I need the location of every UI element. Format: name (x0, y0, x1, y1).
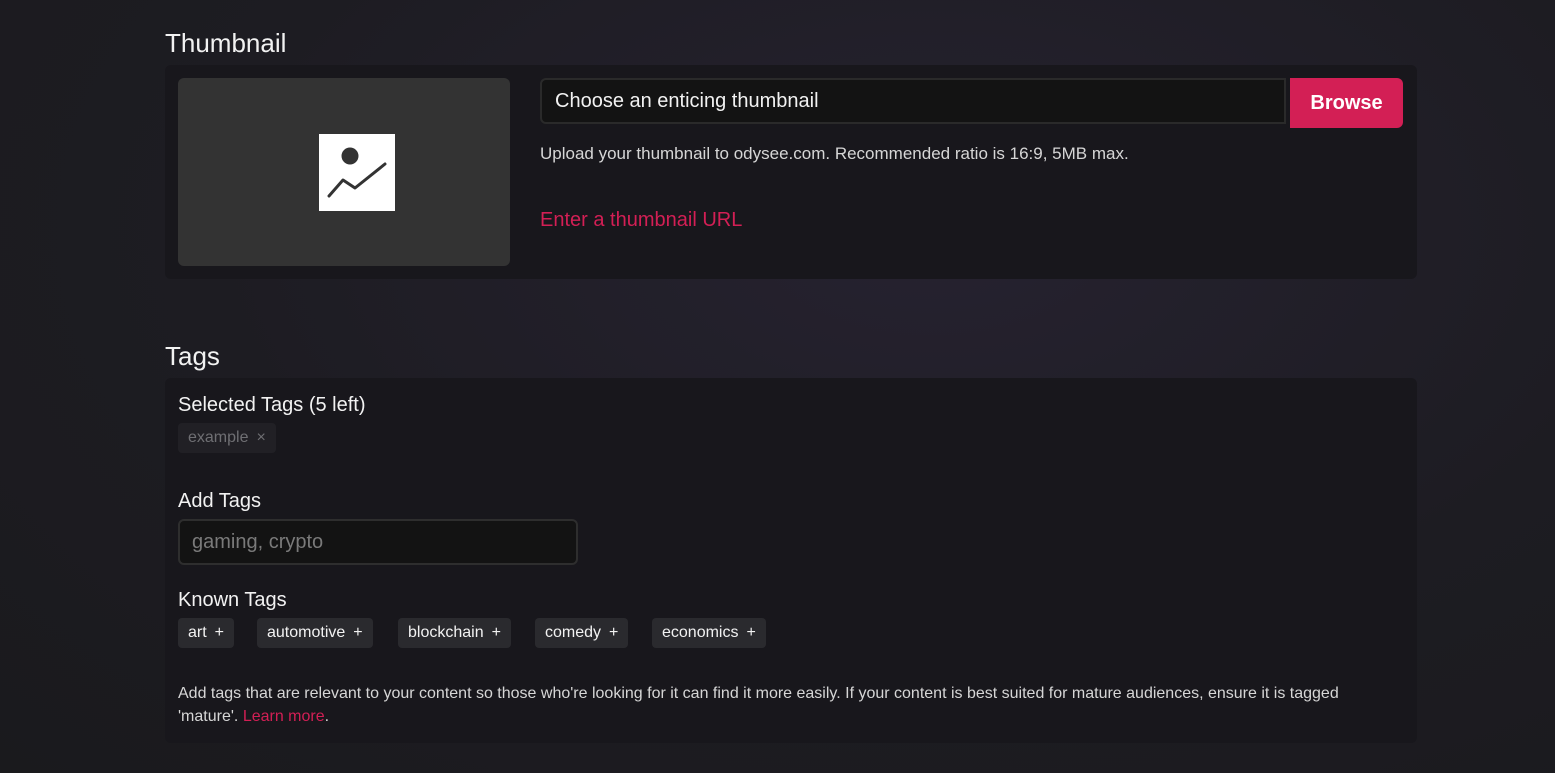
selected-tag-label: example (188, 429, 249, 446)
known-tag-label: comedy (545, 624, 602, 641)
plus-icon: + (609, 624, 619, 641)
thumbnail-file-input[interactable]: Choose an enticing thumbnail (540, 78, 1286, 124)
thumbnail-section-title: Thumbnail (165, 28, 287, 58)
thumbnail-help-text: Upload your thumbnail to odysee.com. Rec… (540, 144, 1129, 163)
known-tag-art[interactable]: art + (178, 618, 235, 648)
plus-icon: + (746, 624, 756, 641)
plus-icon: + (214, 624, 225, 641)
close-icon[interactable]: × (256, 429, 265, 446)
thumbnail-card: Choose an enticing thumbnail Browse Uplo… (165, 65, 1417, 279)
thumbnail-preview (178, 78, 510, 266)
selected-tags-label: Selected Tags (5 left) (178, 394, 366, 416)
known-tag-economics[interactable]: economics + (652, 618, 766, 648)
thumbnail-url-link[interactable]: Enter a thumbnail URL (540, 209, 742, 232)
known-tag-label: economics (662, 624, 739, 641)
known-tag-comedy[interactable]: comedy + (535, 618, 629, 648)
image-placeholder-icon (319, 134, 395, 211)
tags-help-body: Add tags that are relevant to your conte… (178, 685, 1339, 725)
add-tags-label: Add Tags (178, 490, 262, 512)
known-tag-label: art (188, 624, 207, 641)
known-tag-label: blockchain (408, 624, 484, 641)
plus-icon: + (491, 624, 501, 641)
plus-icon: + (353, 624, 363, 641)
tags-section-title: Tags (165, 341, 220, 371)
known-tag-automotive[interactable]: automotive + (257, 618, 373, 648)
browse-button[interactable]: Browse (1290, 78, 1403, 128)
tags-help-end: . (324, 708, 330, 725)
tags-help-text: Add tags that are relevant to your conte… (178, 682, 1403, 728)
tags-card: Selected Tags (5 left) example × Add Tags… (165, 378, 1417, 743)
selected-tag[interactable]: example × (178, 423, 276, 453)
known-tag-label: automotive (267, 624, 346, 641)
known-tag-blockchain[interactable]: blockchain + (398, 618, 511, 648)
learn-more-link[interactable]: Learn more (243, 708, 325, 725)
known-tags-label: Known Tags (178, 589, 287, 611)
add-tags-input[interactable] (178, 519, 578, 565)
